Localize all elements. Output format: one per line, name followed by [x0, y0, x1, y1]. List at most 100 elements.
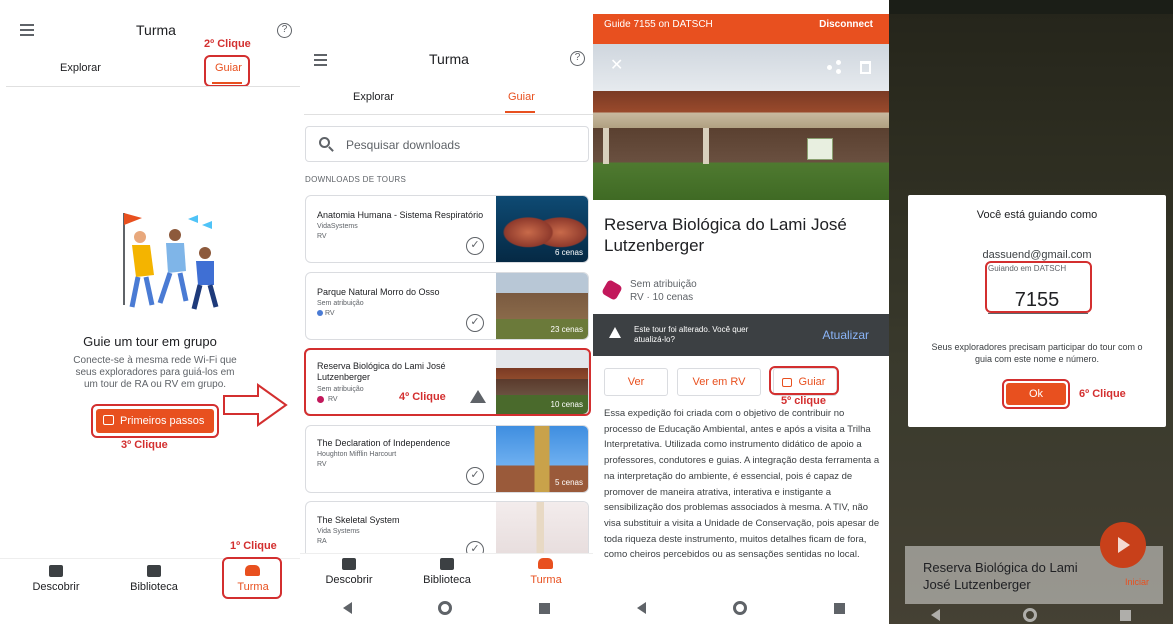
nav-turma-label: Turma [530, 574, 562, 586]
nav-descobrir[interactable]: Descobrir [32, 565, 80, 593]
annotation-box-guiar [769, 366, 839, 395]
search-icon-handle [328, 146, 334, 152]
annotation-step3: 3º Clique [121, 439, 168, 451]
hero-column [703, 128, 709, 164]
help-icon[interactable]: ? [570, 51, 585, 66]
tour-description: Essa expedição foi criada com o objetivo… [604, 408, 880, 561]
tour-title: The Declaration of Independence [317, 438, 451, 448]
tour-title: Anatomia Humana - Sistema Respiratório [317, 210, 484, 220]
number-underline [988, 313, 1088, 314]
back-icon[interactable] [930, 609, 940, 621]
recents-icon[interactable] [834, 602, 846, 614]
annotation-box-number [985, 261, 1092, 313]
group-tour-illustration [123, 213, 219, 310]
back-icon[interactable] [636, 602, 646, 614]
dialog-title: Você está guiando como [976, 209, 1098, 221]
tour-title: The Skeletal System [317, 515, 400, 525]
page-title: Turma [429, 51, 469, 67]
download-box-icon [147, 565, 161, 577]
delete-icon[interactable] [860, 61, 871, 74]
play-button[interactable] [1100, 522, 1146, 568]
tab-guiar[interactable]: Guiar [508, 91, 535, 103]
guide-heading: Guie um tour em grupo [83, 334, 217, 349]
tab-explorar[interactable]: Explorar [353, 91, 394, 103]
menu-icon[interactable] [20, 24, 34, 36]
nav-turma[interactable]: Turma [521, 558, 571, 586]
tour-scenes: 23 cenas [550, 325, 583, 334]
nav-descobrir-label: Descobrir [32, 581, 80, 593]
guide-email: dassuend@gmail.com [982, 249, 1092, 261]
guiding-dialog: Você está guiando como dassuend@gmail.co… [908, 195, 1166, 427]
downloaded-check-icon: ✓ [466, 467, 484, 485]
tour-hero-image [593, 44, 889, 200]
android-nav-bar [889, 606, 1173, 624]
tour-type: RA [317, 538, 327, 545]
tour-type: RV [325, 310, 335, 317]
search-input[interactable]: Pesquisar downloads [346, 138, 460, 152]
tour-author: Houghton Mifflin Harcourt [317, 451, 397, 458]
recents-icon[interactable] [538, 602, 550, 614]
tab-explorar[interactable]: Explorar [60, 62, 101, 74]
divider [304, 114, 593, 115]
nav-biblioteca-label: Biblioteca [423, 574, 471, 586]
tour-card[interactable]: The Skeletal System Vida Systems RA ✓ [305, 501, 589, 553]
home-icon[interactable] [438, 601, 453, 615]
tour-title: Reserva Biológica do Lami José Lutzenber… [604, 215, 847, 255]
dialog-note: Seus exploradores precisam participar do… [931, 342, 1143, 364]
recents-icon[interactable] [1120, 609, 1132, 621]
photosphere-icon [317, 310, 323, 316]
tour-meta: RV · 10 cenas [630, 292, 694, 303]
tour-author: Vida Systems [317, 528, 360, 535]
guide-status-text: Guide 7155 on DATSCH [604, 19, 713, 30]
divider [6, 86, 300, 87]
tour-type: RV [317, 233, 327, 240]
ver-em-rv-button[interactable]: Ver em RV [677, 368, 761, 396]
disconnect-button[interactable]: Disconnect [819, 19, 873, 30]
tour-author: VidaSystems [317, 223, 358, 230]
tour-scenes: 6 cenas [554, 248, 583, 257]
home-icon[interactable] [1022, 608, 1037, 622]
update-button[interactable]: Atualizar [822, 328, 869, 342]
annotation-step4: 4º Clique [399, 391, 446, 403]
android-nav-bar [300, 596, 593, 620]
play-icon [1118, 537, 1130, 553]
nav-descobrir[interactable]: Descobrir [324, 558, 374, 586]
home-icon[interactable] [732, 601, 747, 615]
menu-icon[interactable] [314, 54, 327, 66]
page-title: Turma [136, 22, 176, 38]
ver-button[interactable]: Ver [604, 368, 668, 396]
annotation-box-guiar [204, 55, 250, 87]
panel-tour-detail: Guide 7155 on DATSCH Disconnect ✕ Reserv… [593, 0, 889, 624]
annotation-step6: 6º Clique [1079, 388, 1126, 400]
nav-biblioteca[interactable]: Biblioteca [421, 558, 473, 586]
section-header: DOWNLOADS DE TOURS [305, 175, 407, 184]
tour-card[interactable]: The Declaration of Independence Houghton… [305, 425, 589, 493]
downloaded-check-icon: ✓ [466, 314, 484, 332]
alert-text: Este tour foi alterado. Você quer atuali… [634, 325, 749, 344]
android-nav-bar [593, 596, 889, 620]
nav-biblioteca-label: Biblioteca [130, 581, 178, 593]
nav-descobrir-label: Descobrir [325, 574, 373, 586]
annotation-box-tour [304, 348, 591, 416]
tour-author: Sem atribuição [317, 300, 364, 307]
help-icon[interactable]: ? [277, 23, 292, 38]
download-box-icon [440, 558, 454, 570]
annotation-step2: 2º Clique [204, 38, 251, 50]
tour-scenes: 5 cenas [554, 478, 583, 487]
nav-biblioteca[interactable]: Biblioteca [128, 565, 180, 593]
share-icon[interactable] [827, 60, 841, 74]
tour-card[interactable]: Parque Natural Morro do Osso Sem atribui… [305, 272, 589, 340]
back-icon[interactable] [343, 602, 353, 614]
hero-column [603, 128, 609, 164]
tour-card[interactable]: Anatomia Humana - Sistema Respiratório V… [305, 195, 589, 263]
panel-turma-guiar: Turma ? Explorar Guiar 2º Clique Guie um… [0, 0, 300, 624]
annotation-box-primeiros-passos [91, 404, 219, 438]
update-alert: Este tour foi alterado. Você quer atuali… [593, 314, 889, 356]
hero-signboard [807, 138, 833, 160]
close-icon[interactable]: ✕ [610, 58, 623, 74]
search-bar[interactable]: Pesquisar downloads [305, 126, 589, 162]
tab-indicator [505, 111, 535, 113]
annotation-box-ok [1002, 379, 1070, 409]
downloaded-check-icon: ✓ [466, 237, 484, 255]
bottom-tour-title: Reserva Biológica do Lami José Lutzenber… [923, 560, 1078, 592]
